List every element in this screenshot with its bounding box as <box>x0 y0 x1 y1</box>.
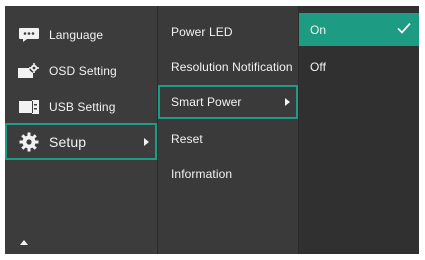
option-label: On <box>310 22 327 37</box>
submenu-item-label: Resolution Notification <box>171 60 293 74</box>
menu-item-label: OSD Setting <box>49 64 117 78</box>
main-menu: Language OSD Setting USB Setting Setup <box>5 6 157 254</box>
options-panel: On Off <box>298 6 419 254</box>
submenu-item-reset[interactable]: Reset <box>158 122 298 156</box>
osd-menu: Language OSD Setting USB Setting Setup P… <box>5 6 419 254</box>
submenu-item-smart-power[interactable]: Smart Power <box>158 85 298 119</box>
option-label: Off <box>310 60 327 74</box>
sub-menu: Power LED Resolution Notification Smart … <box>157 6 298 254</box>
menu-item-language[interactable]: Language <box>5 18 157 52</box>
submenu-item-label: Power LED <box>171 25 233 39</box>
language-icon <box>18 26 40 44</box>
gear-icon <box>18 132 40 151</box>
checkmark-icon <box>397 22 411 37</box>
chevron-right-icon <box>144 137 149 146</box>
option-on[interactable]: On <box>299 13 419 46</box>
menu-item-osd-setting[interactable]: OSD Setting <box>5 54 157 88</box>
submenu-item-label: Reset <box>171 132 203 146</box>
option-off[interactable]: Off <box>299 50 419 84</box>
submenu-item-power-led[interactable]: Power LED <box>158 15 298 49</box>
submenu-item-label: Information <box>171 167 233 181</box>
menu-item-setup[interactable]: Setup <box>5 123 157 160</box>
chevron-right-icon <box>285 98 290 106</box>
submenu-item-resolution-notification[interactable]: Resolution Notification <box>158 50 298 84</box>
submenu-item-information[interactable]: Information <box>158 157 298 191</box>
submenu-item-label: Smart Power <box>171 95 242 109</box>
menu-item-usb-setting[interactable]: USB Setting <box>5 90 157 124</box>
menu-item-label: Setup <box>49 133 87 150</box>
menu-item-label: Language <box>49 28 104 42</box>
usb-setting-icon <box>18 98 40 116</box>
menu-item-label: USB Setting <box>49 100 116 114</box>
scroll-up-icon[interactable] <box>20 240 28 245</box>
osd-setting-icon <box>18 62 40 80</box>
